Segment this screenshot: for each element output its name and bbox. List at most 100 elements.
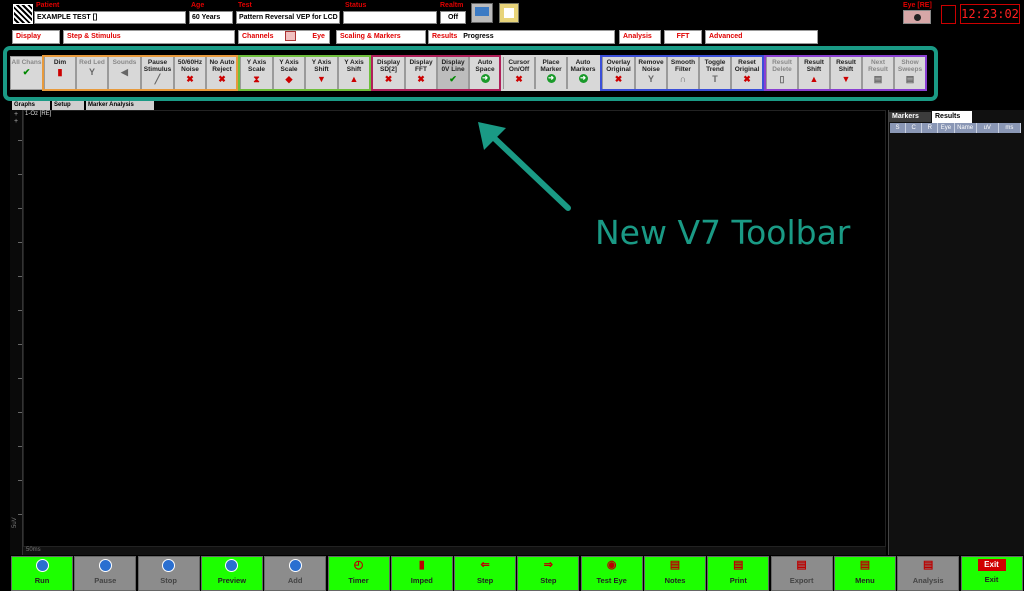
tab-step-stimulus[interactable]: Step & Stimulus	[63, 30, 235, 44]
toolbar-button-all-chans[interactable]: All Chans ✔	[10, 56, 43, 90]
bottom-button-notes[interactable]: ▤ Notes	[644, 556, 706, 591]
bottom-button-label: Timer	[348, 576, 369, 585]
tab-channels[interactable]: Channels Eye	[238, 30, 330, 44]
bottom-button-label: Analysis	[912, 576, 944, 585]
subtab-graphs[interactable]: Graphs	[12, 101, 50, 110]
plus-zoom-icon[interactable]: + +	[14, 111, 18, 125]
tab-results[interactable]: Results Progress	[428, 30, 615, 44]
bottom-button-export[interactable]: ▤ Export	[770, 556, 833, 591]
bottom-button-icon: ●	[162, 559, 176, 572]
clipboard-icon[interactable]	[499, 3, 519, 23]
tab-scaling-markers[interactable]: Scaling & Markers	[336, 30, 426, 44]
eye-icon[interactable]	[903, 10, 931, 24]
bottom-button-menu[interactable]: ▤ Menu	[833, 556, 896, 591]
toolbar-group-analysis	[600, 55, 764, 91]
graph-area[interactable]	[23, 110, 886, 547]
graph-left-margin	[10, 110, 23, 555]
tab-display[interactable]: Display	[12, 30, 60, 44]
bottom-button-label: Step	[540, 576, 557, 585]
tab-results-panel-label: Results	[935, 113, 961, 120]
subtab-setup[interactable]: Setup	[52, 101, 84, 110]
bottom-button-imped[interactable]: ▮ Imped	[390, 556, 453, 591]
bottom-button-test-eye[interactable]: ◉ Test Eye	[580, 556, 643, 591]
tab-analysis[interactable]: Analysis	[619, 30, 661, 44]
results-column-header[interactable]: uV	[977, 123, 999, 133]
results-column-header[interactable]: C	[906, 123, 923, 133]
realtime-field[interactable]: Off	[440, 11, 466, 24]
subtab-marker-analysis-label: Marker Analysis	[88, 102, 134, 108]
annotation-arrow	[478, 122, 571, 211]
bottom-button-exit[interactable]: Exit Exit	[960, 556, 1023, 591]
app-logo-icon	[13, 4, 33, 24]
bottom-button-label: Pause	[94, 576, 117, 585]
age-label: Age	[191, 2, 205, 9]
bottom-button-icon: ▤	[669, 559, 681, 571]
toolbar-button-label: All Chans	[11, 59, 42, 66]
bottom-button-icon: ⇐	[480, 559, 490, 571]
status-field	[343, 11, 437, 24]
axis-tick	[18, 276, 22, 277]
bottom-button-icon: ●	[98, 559, 112, 572]
axis-tick	[18, 310, 22, 311]
monitor-icon[interactable]	[471, 3, 493, 23]
axis-tick	[18, 140, 22, 141]
toolbar-group-results	[764, 55, 927, 91]
test-field[interactable]: Pattern Reversal VEP for LCD	[236, 11, 340, 24]
bottom-button-icon: ▤	[796, 559, 807, 571]
age-field[interactable]: 60 Years	[189, 11, 233, 24]
axis-tick	[18, 174, 22, 175]
bottom-button-stop[interactable]: ● Stop	[137, 556, 200, 591]
bottom-button-icon: ◴	[353, 559, 364, 571]
right-panel	[888, 110, 1024, 555]
patient-field[interactable]: EXAMPLE TEST []	[34, 11, 186, 24]
bottom-button-label: Imped	[410, 576, 433, 585]
toolbar-group-channels	[238, 55, 371, 91]
results-column-header[interactable]: ms	[999, 123, 1022, 133]
bottom-button-icon: ▤	[859, 559, 871, 571]
bottom-button-analysis[interactable]: ▤ Analysis	[897, 556, 960, 591]
bottom-button-run[interactable]: ● Run	[11, 556, 73, 591]
results-column-header[interactable]: Name	[955, 123, 977, 133]
subtab-setup-label: Setup	[54, 102, 71, 108]
bottom-button-label: Notes	[664, 576, 686, 585]
tab-channels-label: Channels	[242, 33, 274, 40]
tab-advanced[interactable]: Advanced	[705, 30, 818, 44]
bottom-button-timer[interactable]: ◴ Timer	[327, 556, 390, 591]
bottom-button-icon: ⇒	[543, 559, 553, 571]
toolbar-group-scaling	[371, 55, 501, 91]
bottom-button-icon: Exit	[977, 559, 1006, 571]
results-column-header[interactable]: R	[922, 123, 939, 133]
tab-markers[interactable]: Markers	[889, 112, 931, 122]
amp-scale-label: 5uV	[12, 517, 18, 528]
annotation-text: New V7 Toolbar	[595, 213, 851, 252]
bottom-button-icon: ▤	[922, 559, 934, 571]
bottom-button-step[interactable]: ⇐ Step	[454, 556, 517, 591]
status-label: Status	[345, 2, 367, 9]
bottom-button-label: Add	[287, 576, 303, 585]
bottom-button-step[interactable]: ⇒ Step	[517, 556, 580, 591]
results-column-header[interactable]: S	[890, 123, 907, 133]
tab-results-panel[interactable]: Results	[932, 111, 972, 123]
eye-label: Eye [RE]	[903, 2, 932, 9]
bottom-button-label: Exit	[984, 575, 999, 584]
tab-fft[interactable]: FFT	[664, 30, 702, 44]
axis-tick	[18, 242, 22, 243]
bottom-button-icon: ●	[225, 559, 239, 572]
bottom-button-preview[interactable]: ● Preview	[200, 556, 263, 591]
tab-markers-label: Markers	[892, 113, 919, 120]
time-scale-label: 50ms	[26, 547, 41, 553]
subtab-marker-analysis[interactable]: Marker Analysis	[86, 101, 154, 110]
bottom-button-label: Step	[476, 576, 494, 585]
results-column-header[interactable]: Eye	[938, 123, 955, 133]
bottom-button-label: Export	[789, 576, 814, 585]
graph-bottom-axis	[23, 547, 886, 555]
bottom-button-pause[interactable]: ● Pause	[74, 556, 137, 591]
axis-tick	[18, 412, 22, 413]
bottom-button-label: Preview	[217, 576, 247, 585]
bottom-button-add[interactable]: ● Add	[264, 556, 327, 591]
realtime-label: Realtm	[440, 2, 464, 9]
axis-tick	[18, 480, 22, 481]
bottom-button-print[interactable]: ▤ Print	[707, 556, 770, 591]
results-table-header: S C R Eye Name uV ms	[890, 123, 1022, 133]
axis-tick	[18, 344, 22, 345]
